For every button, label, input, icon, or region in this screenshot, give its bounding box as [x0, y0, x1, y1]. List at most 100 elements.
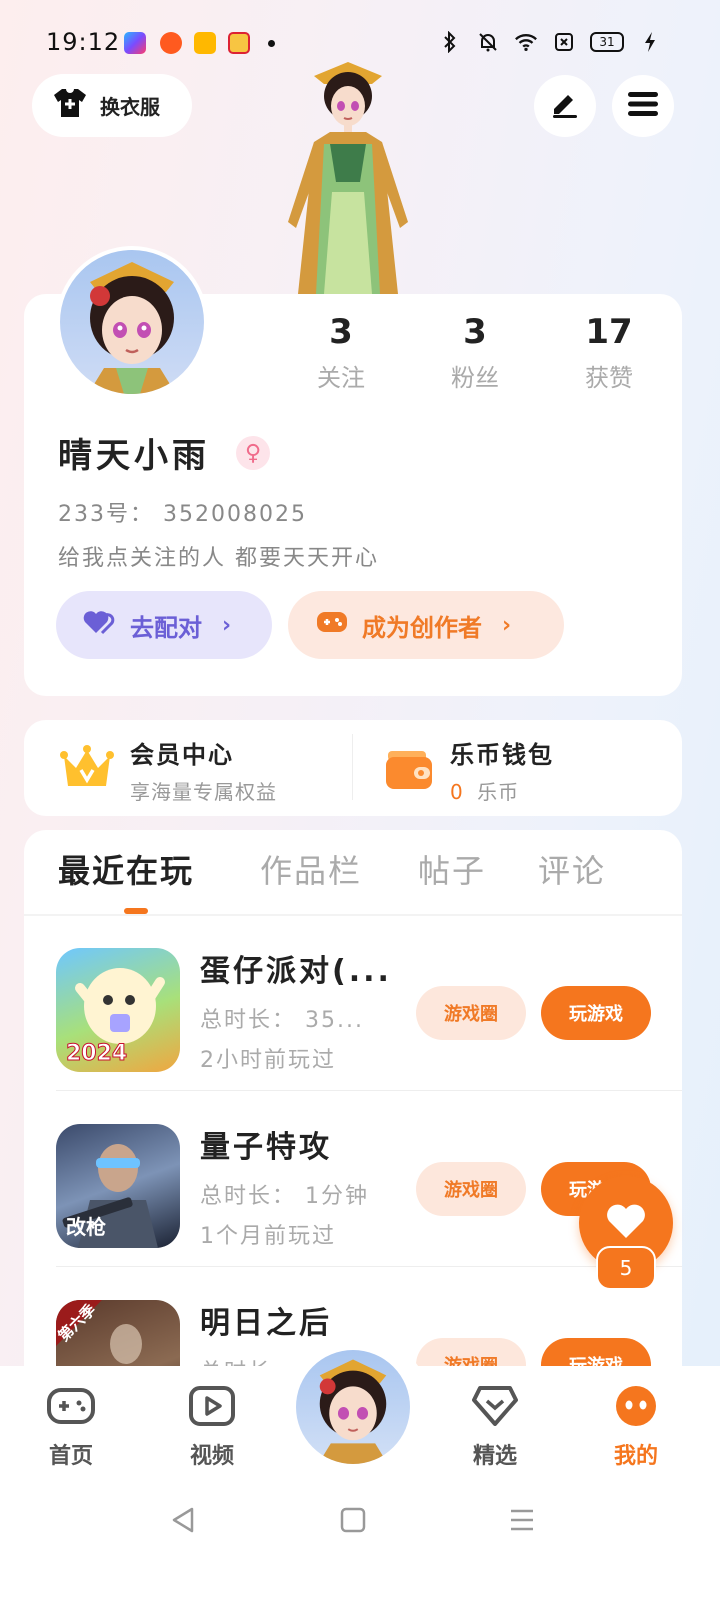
nav-avatar-center[interactable] — [296, 1350, 410, 1464]
game-duration: 总时长： 35... — [200, 1008, 364, 1033]
tab-works[interactable]: 作品栏 — [260, 846, 362, 892]
back-triangle-icon — [170, 1507, 196, 1538]
like-count-badge: 5 — [596, 1246, 656, 1290]
mute-bell-icon — [476, 30, 500, 54]
wifi-icon — [514, 30, 538, 54]
nav-video[interactable]: 视频 — [172, 1386, 252, 1470]
member-center-subtitle: 享海量专属权益 — [130, 780, 277, 804]
more-notifications-dot — [268, 40, 275, 47]
hamburger-menu-icon — [628, 91, 658, 121]
game-name: 明日之后 — [200, 1306, 332, 1341]
female-gender-icon: ♀ — [236, 436, 270, 470]
game-duration: 总时长： 1分钟 — [200, 1184, 369, 1209]
game-last-played: 2小时前玩过 — [200, 1048, 336, 1073]
menu-button[interactable] — [612, 75, 674, 137]
game-row[interactable]: 2024 蛋仔派对(... 总时长： 35... 2小时前玩过 游戏圈 玩游戏 — [24, 916, 682, 1091]
avatar-character-image[interactable] — [268, 62, 428, 294]
nav-home[interactable]: 首页 — [31, 1386, 111, 1470]
nav-featured[interactable]: 精选 — [455, 1386, 535, 1470]
coin-wallet-amount: 0 — [450, 780, 464, 804]
nav-mine[interactable]: 我的 — [596, 1386, 676, 1470]
nav-mine-label: 我的 — [613, 1444, 658, 1469]
game-circle-button[interactable]: 游戏圈 — [416, 1338, 526, 1366]
home-square-icon — [340, 1507, 366, 1538]
notification-app-icon — [194, 32, 216, 54]
heart-box-icon — [472, 1386, 518, 1430]
heart-pair-icon — [82, 609, 116, 641]
user-id[interactable]: 233号： 352008025 — [58, 496, 307, 528]
nav-video-label: 视频 — [189, 1444, 234, 1469]
likes-stat[interactable]: 17 获赞 — [554, 312, 664, 393]
coin-wallet-balance: 0 乐币 — [450, 776, 554, 805]
go-match-button[interactable]: 去配对 › — [56, 591, 272, 659]
pencil-icon — [550, 89, 580, 123]
gamepad-icon — [316, 609, 348, 641]
row-divider — [56, 1266, 682, 1267]
battery-indicator: 31 — [590, 32, 624, 52]
chevron-right-icon: › — [222, 612, 232, 638]
gamepad-home-icon — [46, 1386, 96, 1430]
user-bio: 给我点关注的人 都要天天开心 — [58, 546, 379, 571]
tab-recently-played[interactable]: 最近在玩 — [58, 846, 194, 892]
heart-icon — [605, 1202, 647, 1244]
coin-wallet-unit: 乐币 — [477, 780, 520, 804]
go-match-label: 去配对 — [130, 613, 202, 642]
game-icon-lifeafter: 第六季 — [56, 1300, 180, 1366]
username: 晴天小雨 — [58, 436, 210, 476]
notification-app-icon — [228, 32, 250, 54]
member-center-title: 会员中心 — [130, 741, 234, 769]
coin-wallet-entry[interactable]: 乐币钱包 0 乐币 — [384, 736, 664, 804]
coin-wallet-title: 乐币钱包 — [450, 741, 554, 769]
status-time: 19:12 — [46, 28, 121, 56]
following-label: 关注 — [317, 364, 365, 392]
nav-home-label: 首页 — [48, 1444, 93, 1469]
game-icon-quantum-strike: 改枪 — [56, 1124, 180, 1248]
vip-divider — [352, 734, 353, 800]
play-game-button[interactable]: 玩游戏 — [541, 1338, 651, 1366]
game-name: 蛋仔派对(... — [200, 954, 392, 989]
notification-app-icon — [124, 32, 146, 54]
following-count: 3 — [329, 312, 353, 352]
nav-featured-label: 精选 — [472, 1444, 517, 1469]
game-name: 量子特攻 — [200, 1130, 332, 1165]
likes-count: 17 — [585, 312, 633, 352]
tab-comments[interactable]: 评论 — [538, 846, 606, 892]
sim-icon — [552, 30, 576, 54]
fans-stat[interactable]: 3 粉丝 — [420, 312, 530, 393]
notification-app-icon — [160, 32, 182, 54]
avatar-face-image — [60, 250, 204, 394]
status-icons: 31 — [438, 30, 662, 54]
game-circle-button[interactable]: 游戏圈 — [416, 986, 526, 1040]
change-outfit-button[interactable]: 换衣服 — [32, 74, 192, 137]
video-play-icon — [189, 1386, 235, 1430]
recents-lines-icon — [508, 1509, 536, 1538]
become-creator-label: 成为创作者 — [362, 613, 482, 642]
tab-posts[interactable]: 帖子 — [418, 846, 486, 892]
game-icon-badge: 2024 — [65, 1041, 128, 1067]
fans-label: 粉丝 — [451, 364, 499, 392]
game-icon-eggy-party: 2024 — [56, 948, 180, 1072]
member-center-entry[interactable]: 会员中心 享海量专属权益 — [60, 736, 340, 804]
profile-avatar[interactable] — [56, 246, 208, 398]
game-duration: 总时长 — [200, 1354, 272, 1366]
bluetooth-icon — [438, 30, 462, 54]
system-recents-button[interactable] — [508, 1506, 536, 1538]
game-circle-button[interactable]: 游戏圈 — [416, 1162, 526, 1216]
system-back-button[interactable] — [170, 1506, 196, 1538]
fans-count: 3 — [463, 312, 487, 352]
game-icon-badge: 改枪 — [66, 1215, 106, 1239]
play-game-button[interactable]: 玩游戏 — [541, 986, 651, 1040]
likes-label: 获赞 — [585, 364, 633, 392]
crown-icon — [60, 744, 114, 796]
change-outfit-label: 换衣服 — [100, 95, 160, 119]
row-divider — [56, 1090, 682, 1091]
system-home-button[interactable] — [340, 1506, 366, 1538]
chevron-right-icon: › — [502, 612, 512, 638]
following-stat[interactable]: 3 关注 — [286, 312, 396, 393]
wallet-icon — [384, 745, 434, 795]
game-last-played: 1个月前玩过 — [200, 1224, 336, 1249]
shirt-icon — [52, 87, 88, 124]
edit-button[interactable] — [534, 75, 596, 137]
charging-icon — [638, 30, 662, 54]
become-creator-button[interactable]: 成为创作者 › — [288, 591, 564, 659]
